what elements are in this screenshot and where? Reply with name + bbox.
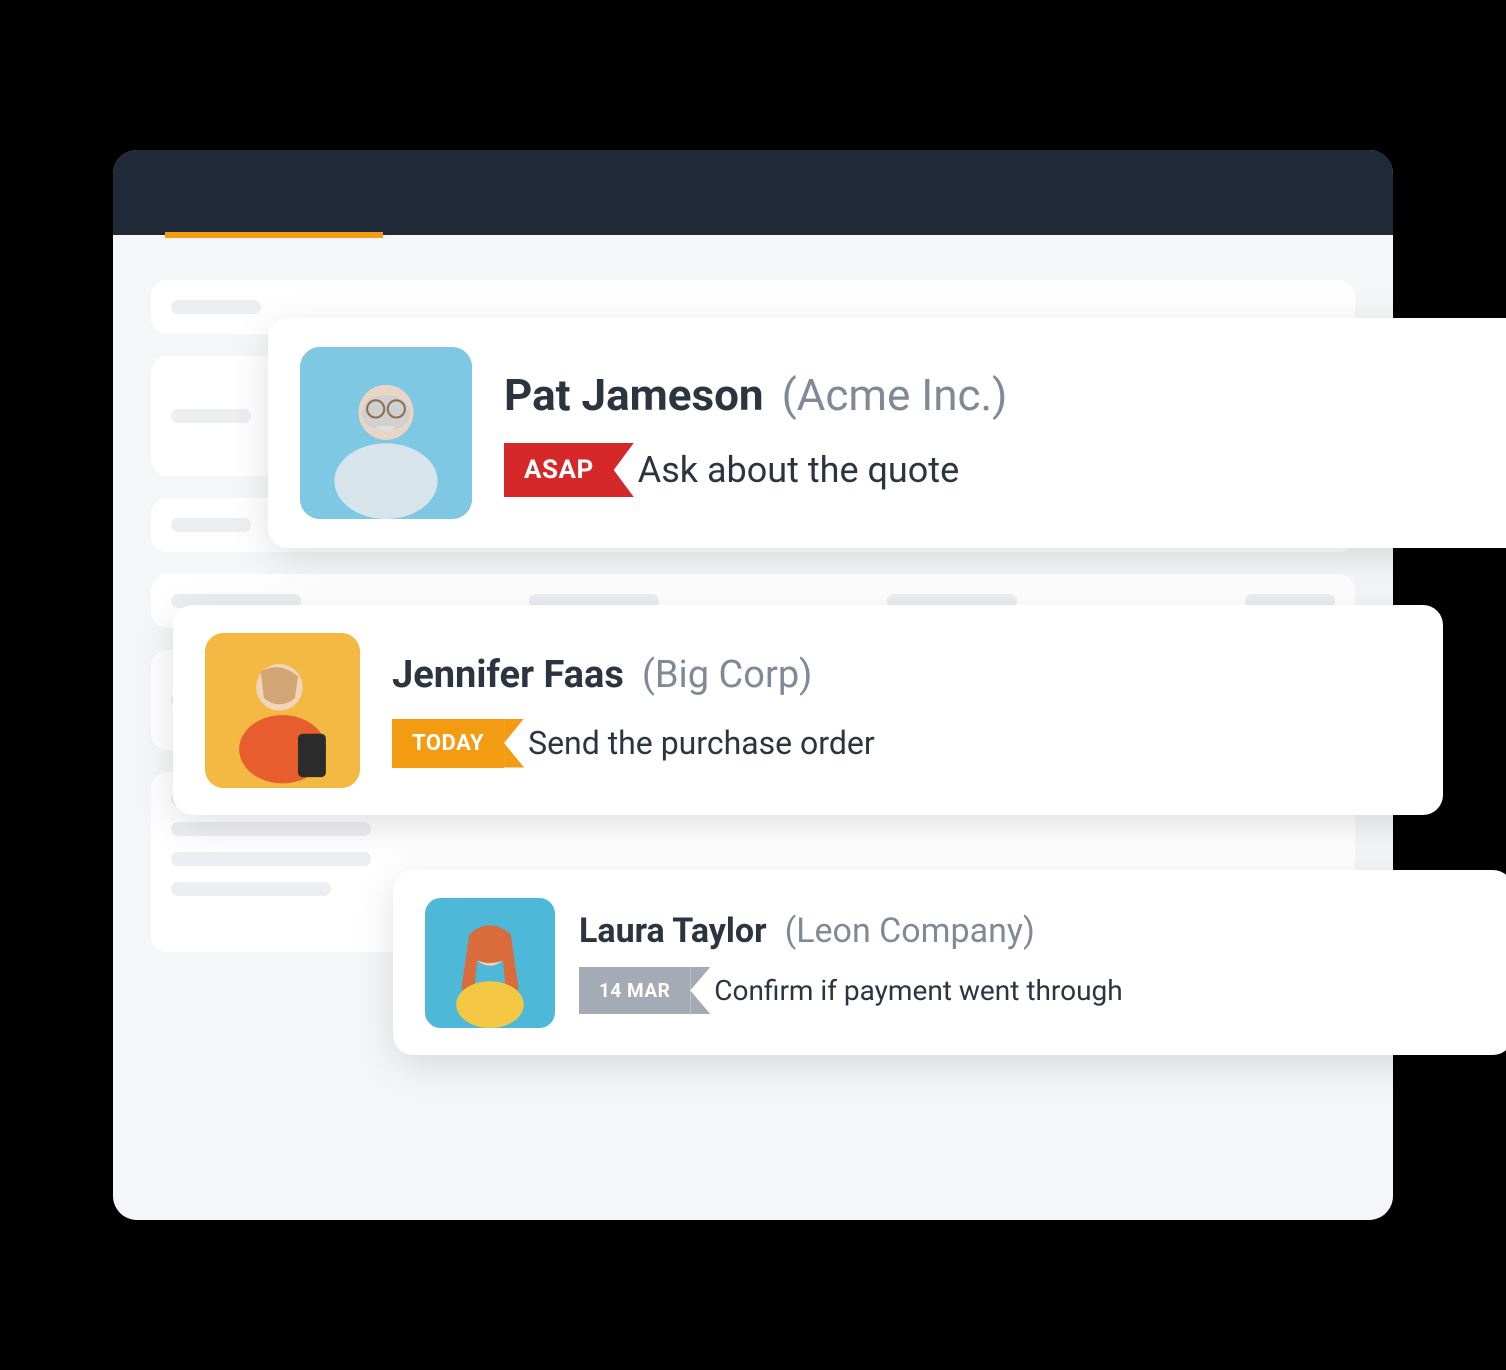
card-content: Laura Taylor (Leon Company) 14 MAR Confi… (579, 911, 1481, 1014)
avatar (300, 347, 472, 519)
avatar (205, 633, 360, 788)
person-name: Laura Taylor (579, 911, 767, 951)
card-content: Jennifer Faas (Big Corp) TODAY Send the … (392, 653, 1411, 768)
company-name: (Big Corp) (642, 653, 813, 697)
task-card[interactable]: Pat Jameson (Acme Inc.) ASAP Ask about t… (268, 318, 1506, 548)
action-text: Ask about the quote (638, 449, 959, 491)
action-text: Send the purchase order (528, 724, 875, 762)
card-title: Laura Taylor (Leon Company) (579, 911, 1481, 951)
priority-tag-asap: ASAP (504, 443, 614, 497)
company-name: (Acme Inc.) (782, 369, 1008, 421)
company-name: (Leon Company) (785, 911, 1035, 951)
active-tab-indicator (165, 232, 383, 238)
card-action: TODAY Send the purchase order (392, 719, 1411, 768)
app-window: Pat Jameson (Acme Inc.) ASAP Ask about t… (113, 150, 1393, 1220)
person-icon (205, 633, 360, 788)
card-action: ASAP Ask about the quote (504, 443, 1496, 497)
card-title: Pat Jameson (Acme Inc.) (504, 369, 1496, 421)
window-header (113, 150, 1393, 235)
person-icon (300, 347, 472, 519)
card-content: Pat Jameson (Acme Inc.) ASAP Ask about t… (504, 369, 1496, 497)
priority-tag-date: 14 MAR (579, 967, 690, 1014)
priority-tag-today: TODAY (392, 719, 504, 768)
task-card[interactable]: Jennifer Faas (Big Corp) TODAY Send the … (173, 605, 1443, 815)
task-card[interactable]: Laura Taylor (Leon Company) 14 MAR Confi… (393, 870, 1506, 1055)
card-title: Jennifer Faas (Big Corp) (392, 653, 1411, 697)
person-name: Pat Jameson (504, 369, 764, 421)
action-text: Confirm if payment went through (714, 974, 1122, 1007)
person-icon (425, 898, 555, 1028)
person-name: Jennifer Faas (392, 653, 624, 697)
card-action: 14 MAR Confirm if payment went through (579, 967, 1481, 1014)
avatar (425, 898, 555, 1028)
